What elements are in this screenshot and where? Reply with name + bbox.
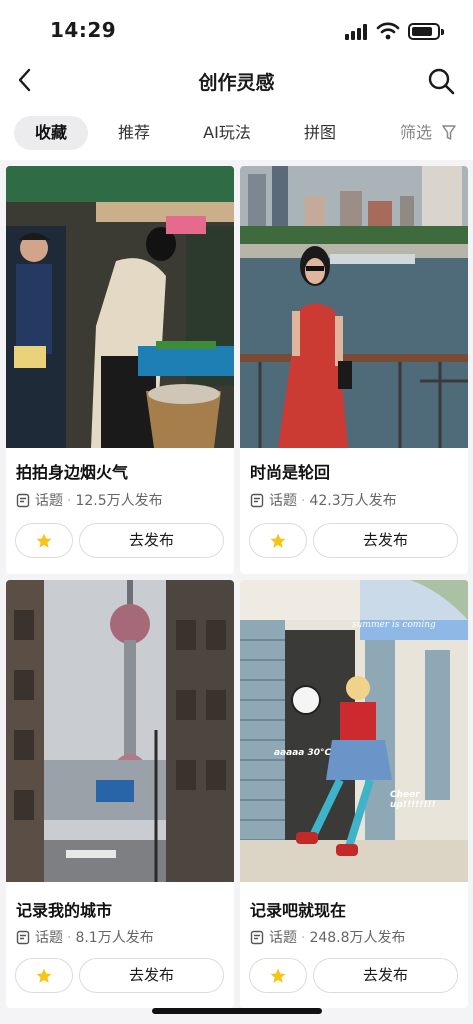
topic-icon [16,930,30,945]
tab-recommended[interactable]: 推荐 [104,116,164,150]
card-image-city [6,580,234,882]
card-title: 记录我的城市 [16,901,113,920]
star-button[interactable] [249,523,307,558]
wifi-icon [376,22,400,40]
card-meta: 话题 · 42.3万人发布 [250,490,397,510]
cellular-signal-icon [345,24,367,40]
top-bar: 14:29 创作灵感 收藏 推荐 AI玩法 拼图 筛选 [0,0,473,160]
card-title: 拍拍身边烟火气 [16,463,129,482]
star-icon [270,533,286,548]
card-meta: 话题 · 12.5万人发布 [16,490,163,510]
card-image-market [6,166,234,448]
filter-button[interactable]: 筛选 [400,116,456,150]
card-image-fashion [240,166,468,448]
card-meta: 话题 · 8.1万人发布 [16,927,154,947]
card-type: 话题 [35,930,63,946]
publish-button[interactable]: 去发布 [313,958,458,993]
card-count: 248.8万人发布 [309,930,406,946]
tab-collage[interactable]: 拼图 [290,116,350,150]
card-type: 话题 [35,493,63,509]
card-meta: 话题 · 248.8万人发布 [250,927,406,947]
card-title: 记录吧就现在 [250,901,347,920]
search-icon[interactable] [426,66,456,96]
topic-icon [250,493,264,508]
topic-card[interactable]: 时尚是轮回 话题 · 42.3万人发布 去发布 [240,166,468,574]
card-count: 8.1万人发布 [75,930,154,946]
status-bar: 14:29 [0,0,473,60]
overlay-cheer-text: Cheer up!!!!!!!! [390,790,436,810]
filter-icon [442,125,456,140]
overlay-temp-text: aaaaa 30°C [274,748,332,758]
card-title: 时尚是轮回 [250,463,331,482]
star-button[interactable] [249,958,307,993]
card-type: 话题 [269,930,297,946]
topic-icon [16,493,30,508]
star-icon [36,533,52,548]
status-time: 14:29 [50,18,117,42]
filter-label: 筛选 [400,123,433,142]
battery-icon [408,23,444,40]
topic-card[interactable]: 记录我的城市 话题 · 8.1万人发布 去发布 [6,580,234,1008]
star-button[interactable] [15,523,73,558]
card-image-summer: summer is coming aaaaa 30°C Cheer up!!!!… [240,580,468,882]
publish-button[interactable]: 去发布 [79,958,224,993]
tab-bar: 收藏 推荐 AI玩法 拼图 筛选 [0,112,473,154]
publish-button[interactable]: 去发布 [313,523,458,558]
star-button[interactable] [15,958,73,993]
tab-ai-play[interactable]: AI玩法 [192,116,262,150]
card-count: 12.5万人发布 [75,493,163,509]
nav-bar: 创作灵感 [0,58,473,104]
card-count: 42.3万人发布 [309,493,397,509]
publish-button[interactable]: 去发布 [79,523,224,558]
topic-card[interactable]: 拍拍身边烟火气 话题 · 12.5万人发布 去发布 [6,166,234,574]
tab-favorites[interactable]: 收藏 [14,116,88,150]
topic-card[interactable]: summer is coming aaaaa 30°C Cheer up!!!!… [240,580,468,1008]
star-icon [270,968,286,983]
topic-icon [250,930,264,945]
overlay-summer-text: summer is coming [352,620,436,630]
card-type: 话题 [269,493,297,509]
page-title: 创作灵感 [198,72,275,94]
star-icon [36,968,52,983]
home-indicator[interactable] [152,1008,322,1014]
